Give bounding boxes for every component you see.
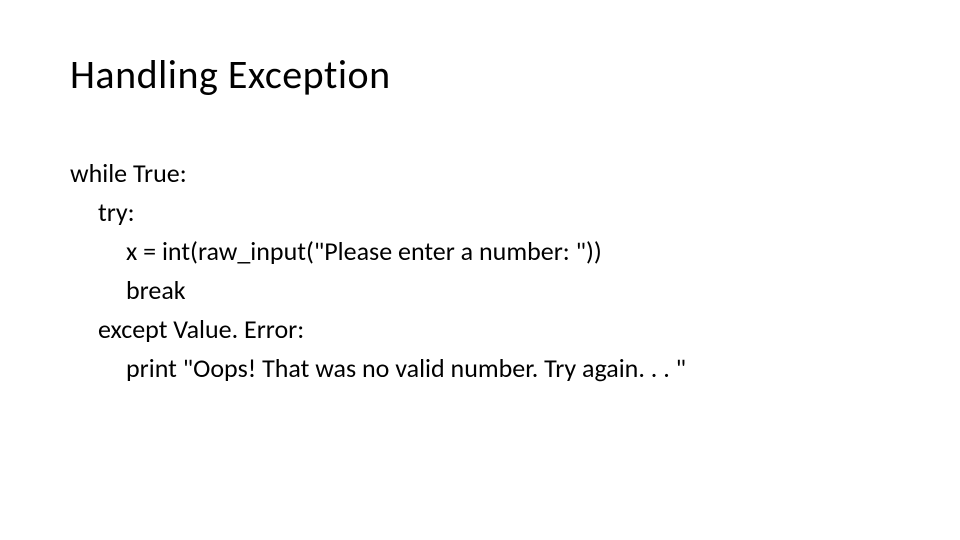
code-line-1: while True: (70, 154, 890, 193)
slide-title: Handling Exception (70, 50, 890, 99)
code-line-4: break (70, 271, 890, 310)
code-block: while True: try: x = int(raw_input("Plea… (70, 154, 890, 388)
code-line-6: print "Oops! That was no valid number. T… (70, 349, 890, 388)
code-line-5: except Value. Error: (70, 310, 890, 349)
code-line-2: try: (70, 193, 890, 232)
code-line-3: x = int(raw_input("Please enter a number… (70, 232, 890, 271)
